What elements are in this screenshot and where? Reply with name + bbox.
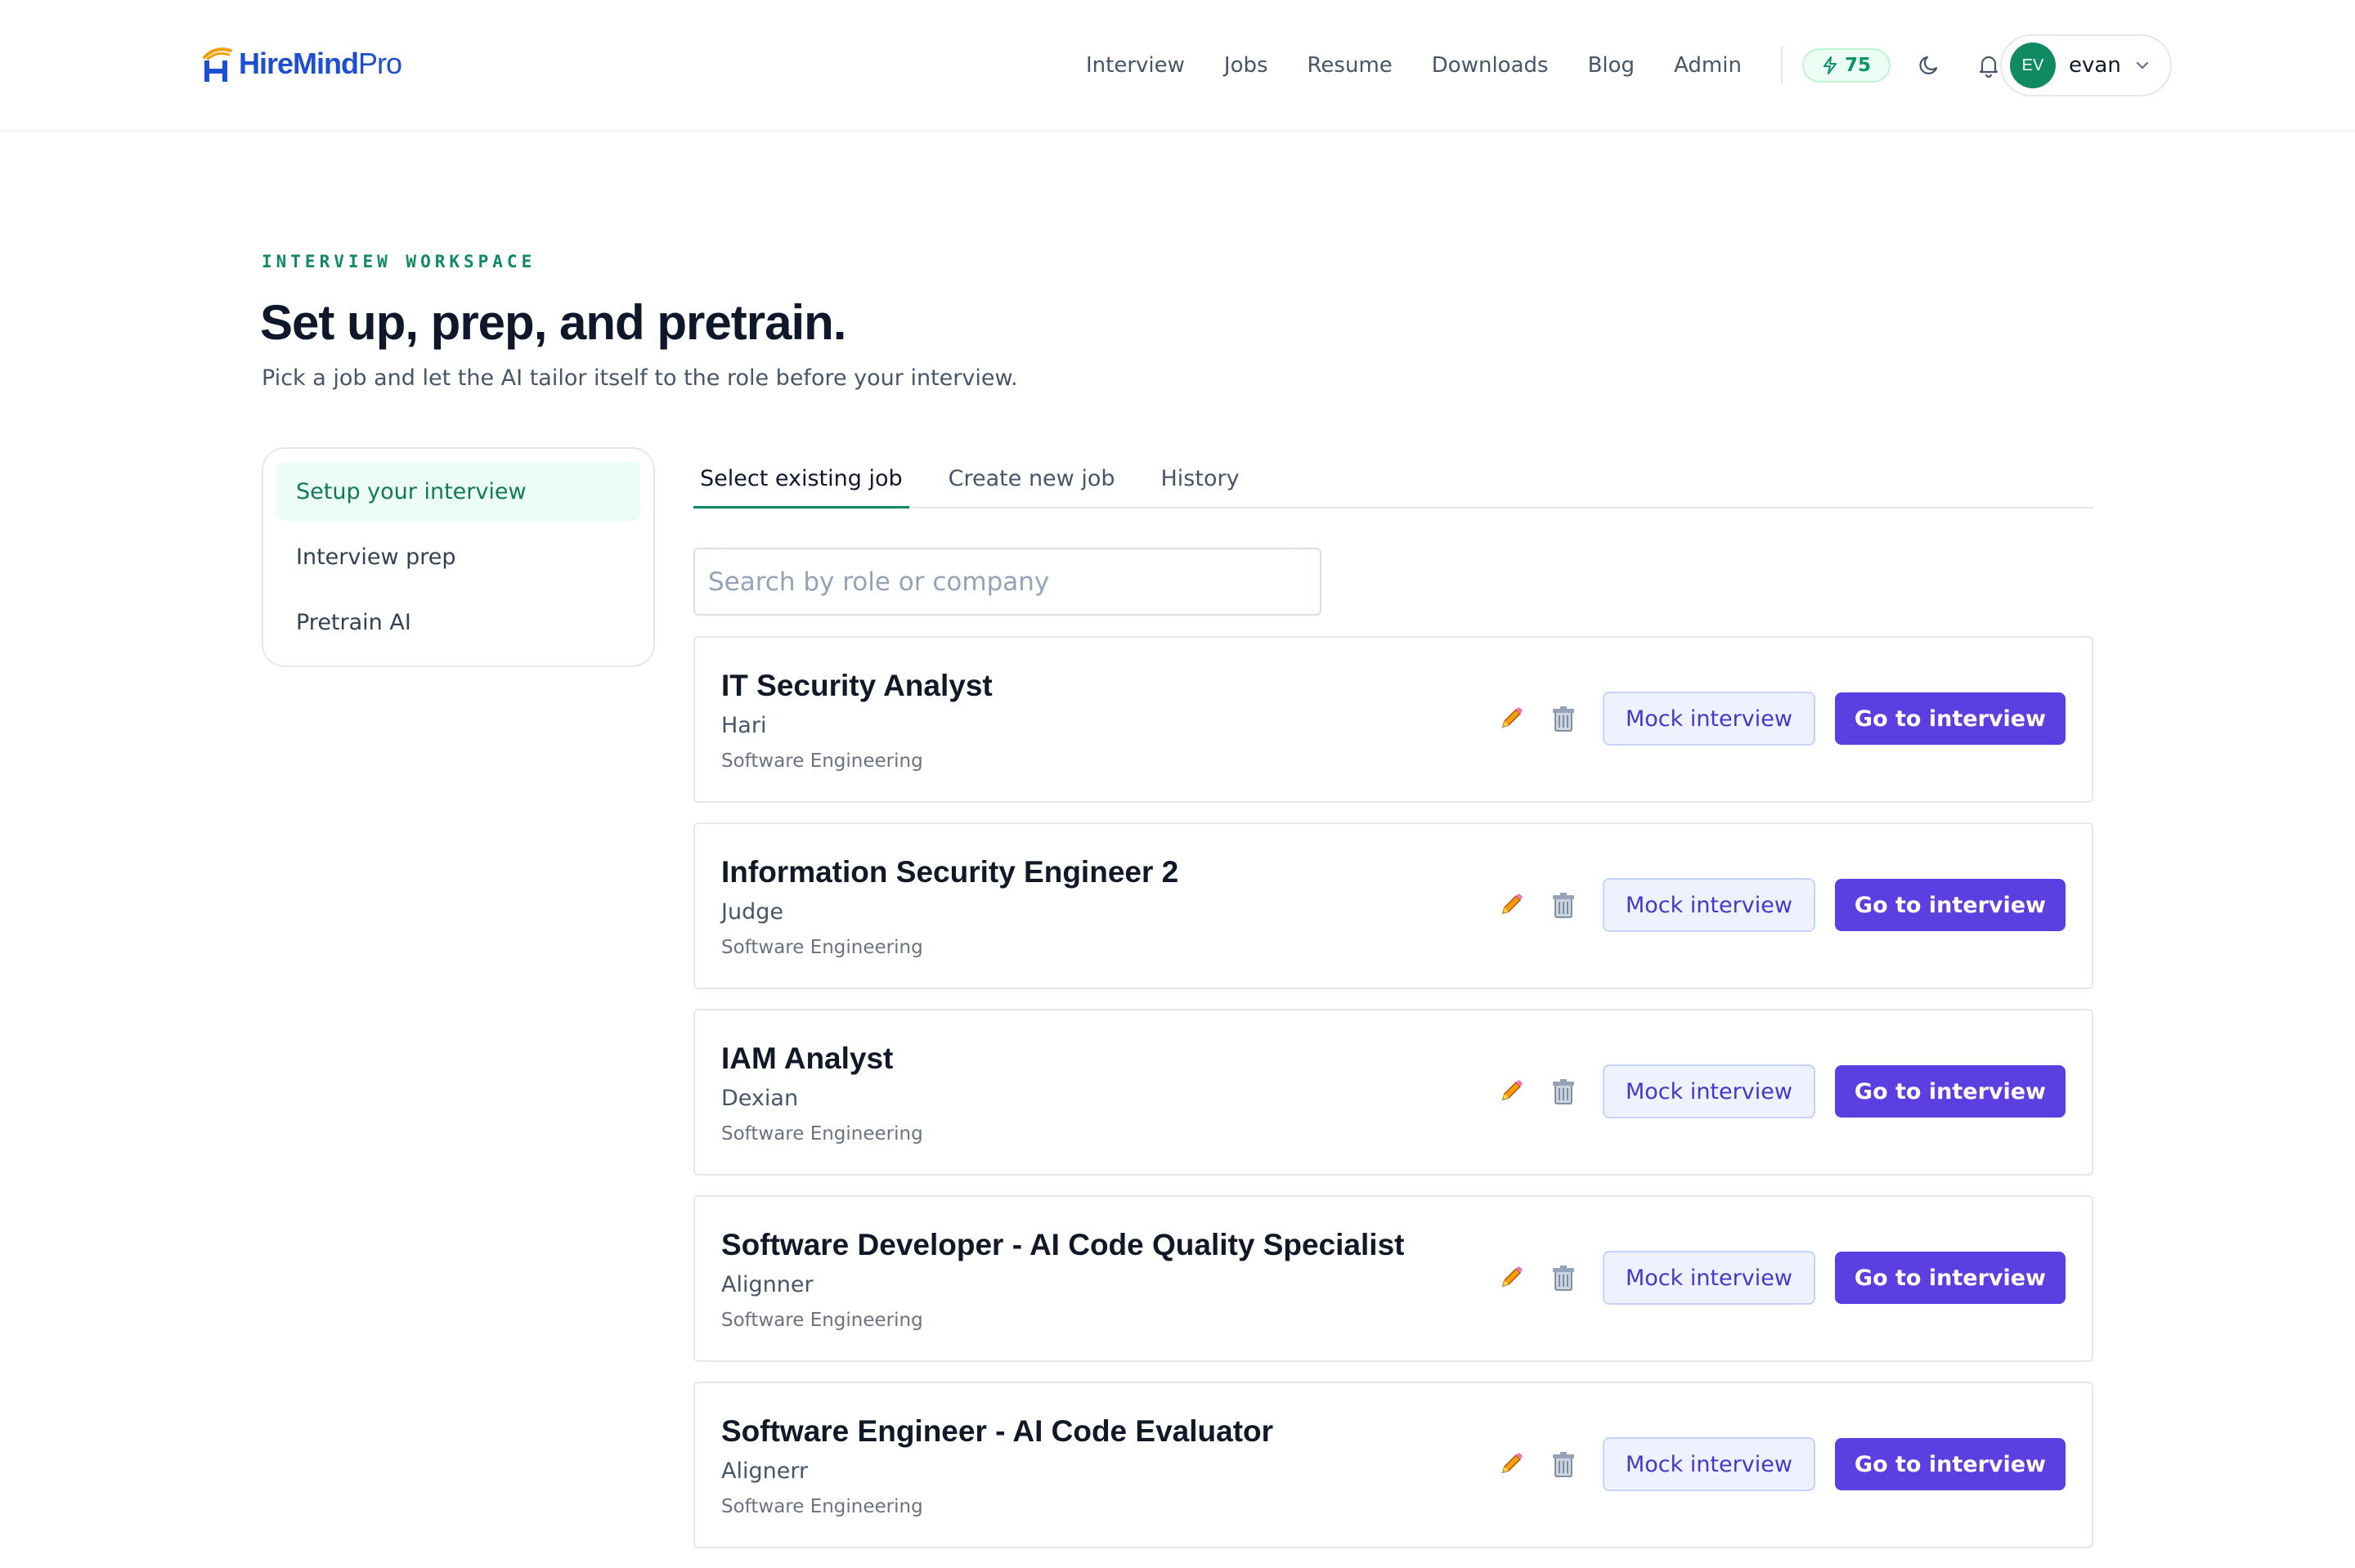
tab-select-existing-job[interactable]: Select existing job: [693, 458, 909, 508]
job-actions: Mock interview Go to interview: [1493, 1064, 2066, 1118]
go-to-interview-button[interactable]: Go to interview: [1834, 1438, 2066, 1490]
edit-job-button[interactable]: [1493, 1446, 1529, 1482]
tab-create-new-job[interactable]: Create new job: [942, 458, 1122, 508]
pencil-icon: [1501, 1080, 1523, 1101]
workspace-steps: Setup your interview Interview prep Pret…: [262, 447, 655, 667]
job-title: IT Security Analyst: [721, 669, 993, 702]
step-setup-interview[interactable]: Setup your interview: [276, 462, 640, 521]
job-company: Judge: [721, 899, 783, 925]
job-card: Software Developer - AI Code Quality Spe…: [693, 1195, 2093, 1362]
nav-link-admin[interactable]: Admin: [1674, 53, 1742, 78]
edit-job-button[interactable]: [1493, 1260, 1529, 1296]
credits-badge[interactable]: 75: [1801, 48, 1891, 83]
go-to-interview-button[interactable]: Go to interview: [1834, 1065, 2066, 1118]
delete-job-button[interactable]: [1545, 1073, 1581, 1109]
trash-icon: [1552, 706, 1574, 732]
bell-icon: [1979, 56, 1998, 78]
trash-icon: [1552, 893, 1574, 918]
mock-interview-button[interactable]: Mock interview: [1602, 1437, 1815, 1491]
pencil-icon: [1501, 1453, 1523, 1474]
nav-link-downloads[interactable]: Downloads: [1432, 53, 1549, 78]
job-company: Dexian: [721, 1086, 799, 1111]
nav-link-resume[interactable]: Resume: [1308, 53, 1393, 78]
user-menu-button[interactable]: EV evan: [2000, 34, 2172, 96]
job-list: IT Security Analyst Hari Software Engine…: [693, 636, 2093, 1568]
nav-divider: [1780, 47, 1783, 84]
job-card: IT Security Analyst Hari Software Engine…: [693, 636, 2093, 803]
nav-link-interview[interactable]: Interview: [1086, 53, 1185, 78]
step-pretrain-ai[interactable]: Pretrain AI: [276, 593, 640, 652]
delete-job-button[interactable]: [1545, 1446, 1581, 1482]
job-card: Software Engineer - AI Code Evaluator Al…: [693, 1382, 2093, 1548]
logo-icon: [201, 43, 234, 85]
job-tabs: Select existing job Create new job Histo…: [693, 458, 2093, 508]
mock-interview-button[interactable]: Mock interview: [1602, 1064, 1815, 1118]
nav-link-jobs[interactable]: Jobs: [1224, 53, 1268, 78]
go-to-interview-button[interactable]: Go to interview: [1834, 879, 2066, 931]
user-name: evan: [2069, 53, 2121, 78]
page-subtitle: Pick a job and let the AI tailor itself …: [262, 365, 1018, 391]
nav-link-blog[interactable]: Blog: [1588, 53, 1635, 78]
delete-job-button[interactable]: [1545, 1260, 1581, 1296]
job-search-input[interactable]: [693, 548, 1321, 616]
main-nav: Interview Jobs Resume Downloads Blog Adm…: [1086, 46, 2030, 85]
job-company: Hari: [721, 713, 767, 738]
edit-job-button[interactable]: [1493, 701, 1529, 737]
edit-job-button[interactable]: [1493, 1073, 1529, 1109]
trash-icon: [1552, 1452, 1574, 1477]
delete-job-button[interactable]: [1545, 887, 1581, 923]
bolt-icon: [1823, 56, 1837, 74]
job-actions: Mock interview Go to interview: [1493, 878, 2066, 932]
job-company: Alignner: [721, 1272, 814, 1297]
job-actions: Mock interview Go to interview: [1493, 692, 2066, 746]
page-title: Set up, prep, and pretrain.: [260, 295, 846, 350]
pencil-icon: [1501, 894, 1523, 915]
job-actions: Mock interview Go to interview: [1493, 1251, 2066, 1305]
mock-interview-button[interactable]: Mock interview: [1602, 878, 1815, 932]
delete-job-button[interactable]: [1545, 701, 1581, 737]
job-category: Software Engineering: [721, 1496, 923, 1517]
step-interview-prep[interactable]: Interview prep: [276, 527, 640, 586]
pencil-icon: [1501, 1266, 1523, 1288]
pencil-icon: [1501, 707, 1523, 728]
job-category: Software Engineering: [721, 937, 923, 958]
credits-count: 75: [1844, 55, 1871, 76]
job-category: Software Engineering: [721, 1310, 923, 1331]
section-eyebrow: INTERVIEW WORKSPACE: [262, 252, 536, 271]
avatar: EV: [2010, 43, 2056, 88]
job-title: Software Developer - AI Code Quality Spe…: [721, 1228, 1405, 1261]
top-navbar: HireMindPro Interview Jobs Resume Downlo…: [0, 0, 2355, 132]
mock-interview-button[interactable]: Mock interview: [1602, 1251, 1815, 1305]
chevron-down-icon: [2136, 61, 2148, 69]
job-card: Information Security Engineer 2 Judge So…: [693, 822, 2093, 989]
job-category: Software Engineering: [721, 1123, 923, 1145]
mock-interview-button[interactable]: Mock interview: [1602, 692, 1815, 746]
go-to-interview-button[interactable]: Go to interview: [1834, 1252, 2066, 1304]
moon-icon: [1919, 56, 1938, 74]
theme-toggle-button[interactable]: [1912, 47, 1948, 83]
job-category: Software Engineering: [721, 750, 923, 772]
job-card: IAM Analyst Dexian Software Engineering …: [693, 1009, 2093, 1176]
brand-name: HireMindPro: [239, 47, 402, 80]
tab-history[interactable]: History: [1155, 458, 1246, 508]
trash-icon: [1552, 1266, 1574, 1291]
brand-logo[interactable]: HireMindPro: [201, 38, 402, 90]
job-title: Information Security Engineer 2: [721, 855, 1179, 889]
job-title: IAM Analyst: [721, 1042, 894, 1075]
go-to-interview-button[interactable]: Go to interview: [1834, 692, 2066, 745]
edit-job-button[interactable]: [1493, 887, 1529, 923]
job-actions: Mock interview Go to interview: [1493, 1437, 2066, 1491]
trash-icon: [1552, 1079, 1574, 1104]
job-title: Software Engineer - AI Code Evaluator: [721, 1414, 1274, 1448]
